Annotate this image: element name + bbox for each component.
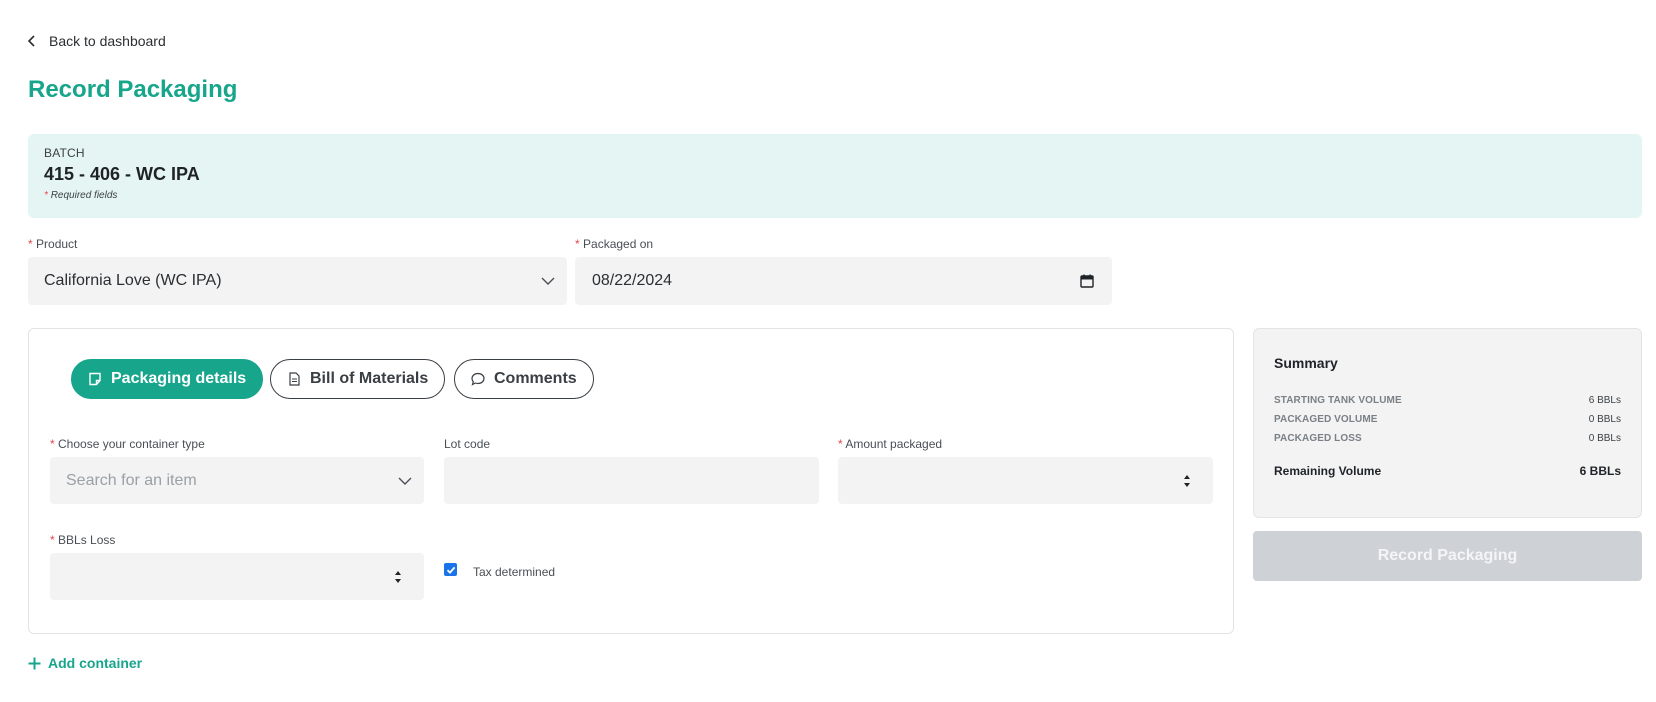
plus-icon bbox=[28, 657, 41, 669]
remaining-volume-row: Remaining Volume 6 BBLs bbox=[1274, 464, 1621, 478]
lot-code-label: Lot code bbox=[444, 437, 491, 451]
container-type-select[interactable]: Search for an item bbox=[50, 457, 424, 504]
number-spinner-icon[interactable] bbox=[1183, 473, 1191, 489]
tax-determined-checkbox[interactable] bbox=[444, 563, 457, 576]
chevron-down-icon bbox=[541, 277, 555, 285]
tab-bill-of-materials[interactable]: Bill of Materials bbox=[270, 359, 446, 399]
required-fields-note: * Required fields bbox=[44, 190, 118, 201]
packaged-on-value: 08/22/2024 bbox=[592, 272, 673, 289]
summary-title: Summary bbox=[1274, 355, 1338, 371]
calendar-icon[interactable] bbox=[1080, 274, 1094, 288]
number-spinner-icon[interactable] bbox=[394, 569, 402, 585]
product-label: * Product bbox=[28, 237, 78, 251]
summary-card: Summary STARTING TANK VOLUME 6 BBLs PACK… bbox=[1253, 328, 1642, 518]
lot-code-input[interactable] bbox=[444, 457, 819, 504]
bbls-loss-input[interactable] bbox=[50, 553, 424, 600]
record-packaging-button[interactable]: Record Packaging bbox=[1253, 531, 1642, 581]
batch-name: 415 - 406 - WC IPA bbox=[44, 164, 200, 184]
tab-label: Packaging details bbox=[111, 370, 247, 387]
product-select[interactable]: California Love (WC IPA) bbox=[28, 257, 567, 305]
summary-row: STARTING TANK VOLUME 6 BBLs bbox=[1274, 395, 1621, 406]
document-icon bbox=[289, 372, 300, 386]
add-container-label: Add container bbox=[48, 655, 143, 671]
packaged-on-date-input[interactable]: 08/22/2024 bbox=[575, 257, 1112, 305]
tax-determined-label: Tax determined bbox=[473, 565, 556, 579]
add-container-button[interactable]: Add container bbox=[28, 655, 142, 671]
product-value: California Love (WC IPA) bbox=[44, 272, 222, 289]
amount-packaged-input[interactable] bbox=[838, 457, 1213, 504]
page-title: Record Packaging bbox=[28, 76, 238, 103]
batch-banner: BATCH 415 - 406 - WC IPA * Required fiel… bbox=[28, 134, 1642, 218]
tab-label: Comments bbox=[494, 370, 577, 387]
tab-packaging-details[interactable]: Packaging details bbox=[71, 359, 264, 399]
chevron-left-icon bbox=[27, 35, 35, 47]
tab-comments[interactable]: Comments bbox=[454, 359, 594, 399]
note-icon bbox=[89, 372, 101, 386]
bbls-loss-label: * BBLs Loss bbox=[50, 533, 116, 547]
container-type-label: * Choose your container type bbox=[50, 437, 205, 451]
summary-row: PACKAGED VOLUME 0 BBLs bbox=[1274, 414, 1621, 425]
container-type-placeholder: Search for an item bbox=[66, 471, 197, 489]
tab-label: Bill of Materials bbox=[310, 370, 429, 387]
batch-label: BATCH bbox=[44, 146, 85, 160]
checkmark-icon bbox=[446, 566, 455, 574]
chat-bubble-icon bbox=[471, 372, 485, 386]
packaged-on-label: * Packaged on bbox=[575, 237, 654, 251]
back-link-label: Back to dashboard bbox=[49, 33, 166, 49]
amount-packaged-label: * Amount packaged bbox=[838, 437, 943, 451]
summary-row: PACKAGED LOSS 0 BBLs bbox=[1274, 433, 1621, 444]
chevron-down-icon bbox=[398, 477, 412, 485]
back-to-dashboard-link[interactable]: Back to dashboard bbox=[27, 33, 166, 49]
